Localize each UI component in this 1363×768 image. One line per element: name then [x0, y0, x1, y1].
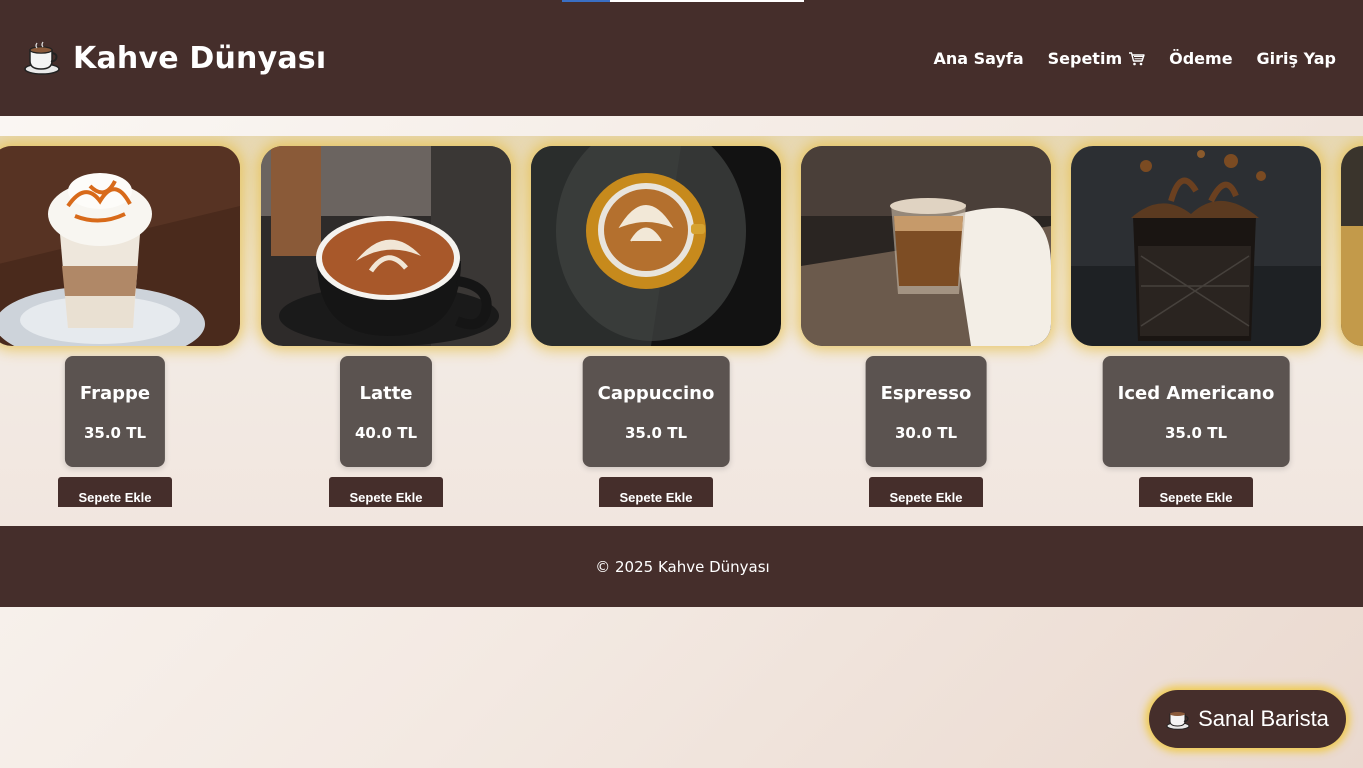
site-title: Kahve Dünyası	[73, 40, 327, 76]
product-info-latte: Latte 40.0 TL	[339, 356, 433, 467]
product-card-cappuccino: Cappuccino 35.0 TL Sepete Ekle	[531, 136, 781, 526]
virtual-barista-label: Sanal Barista	[1198, 706, 1329, 731]
site-header: Kahve Dünyası Ana Sayfa Sepetim Ödeme Gi…	[0, 0, 1363, 116]
product-image-frappe	[0, 146, 240, 346]
main-nav: Ana Sayfa Sepetim Ödeme Giriş Yap	[933, 49, 1336, 68]
brand[interactable]: Kahve Dünyası	[24, 41, 326, 76]
product-name: Latte	[359, 383, 413, 404]
product-card-frappe: Frappe 35.0 TL Sepete Ekle	[0, 136, 240, 526]
product-info-iced-americano: Iced Americano 35.0 TL	[1102, 356, 1290, 467]
virtual-barista-button[interactable]: Sanal Barista	[1149, 690, 1346, 748]
product-carousel[interactable]: Frappe 35.0 TL Sepete Ekle Latte 40.0 TL…	[0, 136, 1363, 526]
nav-login-label: Giriş Yap	[1256, 48, 1336, 68]
coffee-cup-icon	[24, 41, 60, 75]
product-name: Iced Americano	[1117, 383, 1275, 404]
coffee-cup-icon	[1166, 708, 1190, 730]
product-info-frappe: Frappe 35.0 TL	[64, 356, 166, 467]
product-name: Espresso	[880, 383, 972, 404]
product-name: Frappe	[79, 383, 151, 404]
product-card-next	[1341, 136, 1363, 526]
nav-cart[interactable]: Sepetim	[1048, 49, 1145, 68]
product-card-iced-americano: Iced Americano 35.0 TL Sepete Ekle	[1071, 136, 1321, 526]
nav-cart-label: Sepetim	[1047, 48, 1123, 68]
copyright-text: © 2025 Kahve Dünyası	[595, 557, 770, 576]
add-to-cart-button[interactable]: Sepete Ekle	[1139, 477, 1253, 507]
nav-payment-label: Ödeme	[1169, 48, 1233, 68]
product-card-latte: Latte 40.0 TL Sepete Ekle	[261, 136, 511, 526]
product-image-espresso	[801, 146, 1051, 346]
product-info-cappuccino: Cappuccino 35.0 TL	[582, 356, 730, 467]
add-to-cart-button[interactable]: Sepete Ekle	[329, 477, 443, 507]
product-price: 35.0 TL	[624, 424, 688, 442]
product-info-espresso: Espresso 30.0 TL	[865, 356, 987, 467]
product-price: 35.0 TL	[83, 424, 147, 442]
product-card-espresso: Espresso 30.0 TL Sepete Ekle	[801, 136, 1051, 526]
site-footer: © 2025 Kahve Dünyası	[0, 526, 1363, 607]
product-image-cappuccino	[531, 146, 781, 346]
product-image-latte	[261, 146, 511, 346]
nav-payment[interactable]: Ödeme	[1169, 49, 1232, 68]
product-price: 40.0 TL	[354, 424, 418, 442]
product-name: Cappuccino	[597, 383, 715, 404]
nav-home[interactable]: Ana Sayfa	[933, 49, 1023, 68]
product-image-next	[1341, 146, 1363, 346]
product-price: 35.0 TL	[1164, 424, 1228, 442]
nav-home-label: Ana Sayfa	[933, 48, 1024, 68]
add-to-cart-button[interactable]: Sepete Ekle	[869, 477, 983, 507]
loading-bar	[562, 0, 804, 2]
nav-login[interactable]: Giriş Yap	[1257, 49, 1336, 68]
product-price: 30.0 TL	[894, 424, 958, 442]
product-image-iced-americano	[1071, 146, 1321, 346]
add-to-cart-button[interactable]: Sepete Ekle	[599, 477, 713, 507]
add-to-cart-button[interactable]: Sepete Ekle	[58, 477, 172, 507]
cart-icon	[1128, 51, 1145, 66]
